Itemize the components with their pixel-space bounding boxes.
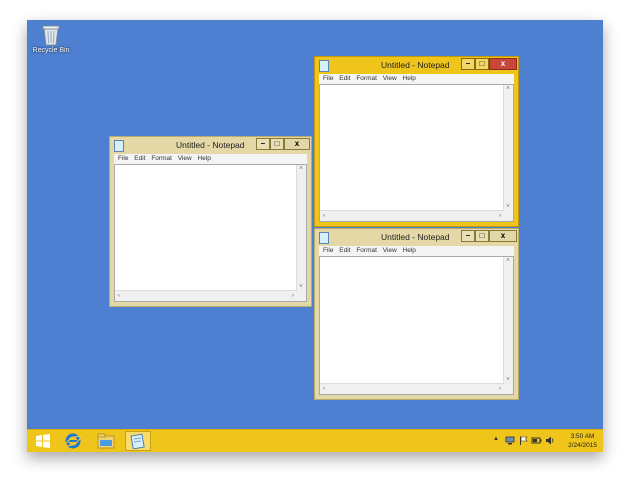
menu-help[interactable]: Help [198, 154, 211, 164]
scroll-up-icon[interactable]: ˄ [504, 85, 512, 93]
notepad-icon[interactable] [114, 140, 124, 152]
horizontal-scrollbar[interactable]: ‹ › [320, 383, 504, 394]
notepad-window-left[interactable]: Untitled - Notepad – □ x File Edit Forma… [109, 136, 312, 307]
window-title: Untitled - Notepad [381, 232, 450, 242]
resize-grip-icon[interactable] [297, 291, 306, 301]
notepad-window-bottom-right[interactable]: Untitled - Notepad – □ x File Edit Forma… [314, 228, 519, 400]
menu-edit[interactable]: Edit [339, 246, 350, 256]
recycle-bin-icon [42, 25, 60, 46]
menu-edit[interactable]: Edit [134, 154, 145, 164]
recycle-bin-label: Recycle Bin [32, 47, 70, 54]
volume-icon[interactable] [545, 436, 555, 445]
scroll-up-icon[interactable]: ˄ [297, 165, 305, 173]
clock-date: 2/24/2015 [568, 442, 597, 449]
title-bar[interactable]: Untitled - Notepad – □ x [110, 137, 311, 154]
notepad-icon[interactable] [319, 60, 329, 72]
taskbar-internet-explorer[interactable] [60, 431, 86, 451]
close-button[interactable]: x [489, 230, 517, 242]
windows-start-icon [36, 434, 50, 448]
tray-overflow-icon[interactable]: ▲ [493, 436, 499, 442]
flag-icon[interactable] [519, 436, 528, 445]
text-edit-area[interactable]: ˄ ˅ ‹ › [114, 164, 307, 302]
menu-bar: File Edit Format View Help [114, 154, 307, 164]
close-button[interactable]: x [284, 138, 310, 150]
power-icon[interactable] [531, 436, 542, 445]
notepad-icon [130, 433, 145, 449]
menu-view[interactable]: View [383, 246, 397, 256]
scroll-right-icon[interactable]: › [496, 212, 504, 220]
menu-view[interactable]: View [383, 74, 397, 84]
title-bar[interactable]: Untitled - Notepad – □ x [315, 229, 518, 246]
start-button[interactable] [30, 431, 56, 451]
maximize-button[interactable]: □ [475, 58, 489, 70]
menu-help[interactable]: Help [403, 74, 416, 84]
menu-file[interactable]: File [323, 74, 333, 84]
window-title: Untitled - Notepad [381, 60, 450, 70]
menu-file[interactable]: File [118, 154, 128, 164]
menu-bar: File Edit Format View Help [319, 246, 514, 256]
taskbar-file-explorer[interactable] [93, 431, 119, 451]
vertical-scrollbar[interactable]: ˄ ˅ [503, 257, 513, 384]
notepad-window-top-right[interactable]: Untitled - Notepad – □ x File Edit Forma… [314, 56, 519, 227]
menu-file[interactable]: File [323, 246, 333, 256]
internet-explorer-icon [65, 433, 81, 449]
title-bar[interactable]: Untitled - Notepad – □ x [315, 57, 518, 74]
network-icon[interactable] [505, 436, 515, 445]
text-edit-area[interactable]: ˄ ˅ ‹ › [319, 256, 514, 395]
text-edit-area[interactable]: ˄ ˅ ‹ › [319, 84, 514, 222]
taskbar-notepad[interactable] [125, 431, 151, 451]
menu-view[interactable]: View [178, 154, 192, 164]
scroll-left-icon[interactable]: ‹ [115, 292, 123, 300]
minimize-button[interactable]: – [256, 138, 270, 150]
minimize-button[interactable]: – [461, 58, 475, 70]
scroll-down-icon[interactable]: ˅ [504, 376, 512, 384]
menu-format[interactable]: Format [151, 154, 172, 164]
scroll-down-icon[interactable]: ˅ [504, 203, 512, 211]
scroll-left-icon[interactable]: ‹ [320, 212, 328, 220]
menu-bar: File Edit Format View Help [319, 74, 514, 84]
maximize-button[interactable]: □ [475, 230, 489, 242]
close-button[interactable]: x [489, 58, 517, 70]
horizontal-scrollbar[interactable]: ‹ › [320, 210, 504, 221]
minimize-button[interactable]: – [461, 230, 475, 242]
desktop: Recycle Bin Untitled - Notepad – □ x Fil… [27, 20, 603, 452]
maximize-button[interactable]: □ [270, 138, 284, 150]
taskbar: ▲ 3:50 AM 2/24/2015 [27, 429, 603, 452]
menu-help[interactable]: Help [403, 246, 416, 256]
window-title: Untitled - Notepad [176, 140, 245, 150]
file-explorer-icon [97, 433, 115, 449]
notepad-icon[interactable] [319, 232, 329, 244]
system-clock[interactable]: 3:50 AM 2/24/2015 [568, 432, 597, 450]
scroll-right-icon[interactable]: › [289, 292, 297, 300]
horizontal-scrollbar[interactable]: ‹ › [115, 290, 297, 301]
resize-grip-icon[interactable] [504, 384, 513, 394]
desktop-icon-recycle-bin[interactable]: Recycle Bin [29, 24, 73, 54]
scroll-down-icon[interactable]: ˅ [297, 283, 305, 291]
resize-grip-icon[interactable] [504, 211, 513, 221]
scroll-right-icon[interactable]: › [496, 385, 504, 393]
menu-format[interactable]: Format [356, 246, 377, 256]
clock-time: 3:50 AM [570, 433, 595, 440]
vertical-scrollbar[interactable]: ˄ ˅ [296, 165, 306, 291]
menu-format[interactable]: Format [356, 74, 377, 84]
vertical-scrollbar[interactable]: ˄ ˅ [503, 85, 513, 211]
menu-edit[interactable]: Edit [339, 74, 350, 84]
scroll-left-icon[interactable]: ‹ [320, 385, 328, 393]
scroll-up-icon[interactable]: ˄ [504, 257, 512, 265]
